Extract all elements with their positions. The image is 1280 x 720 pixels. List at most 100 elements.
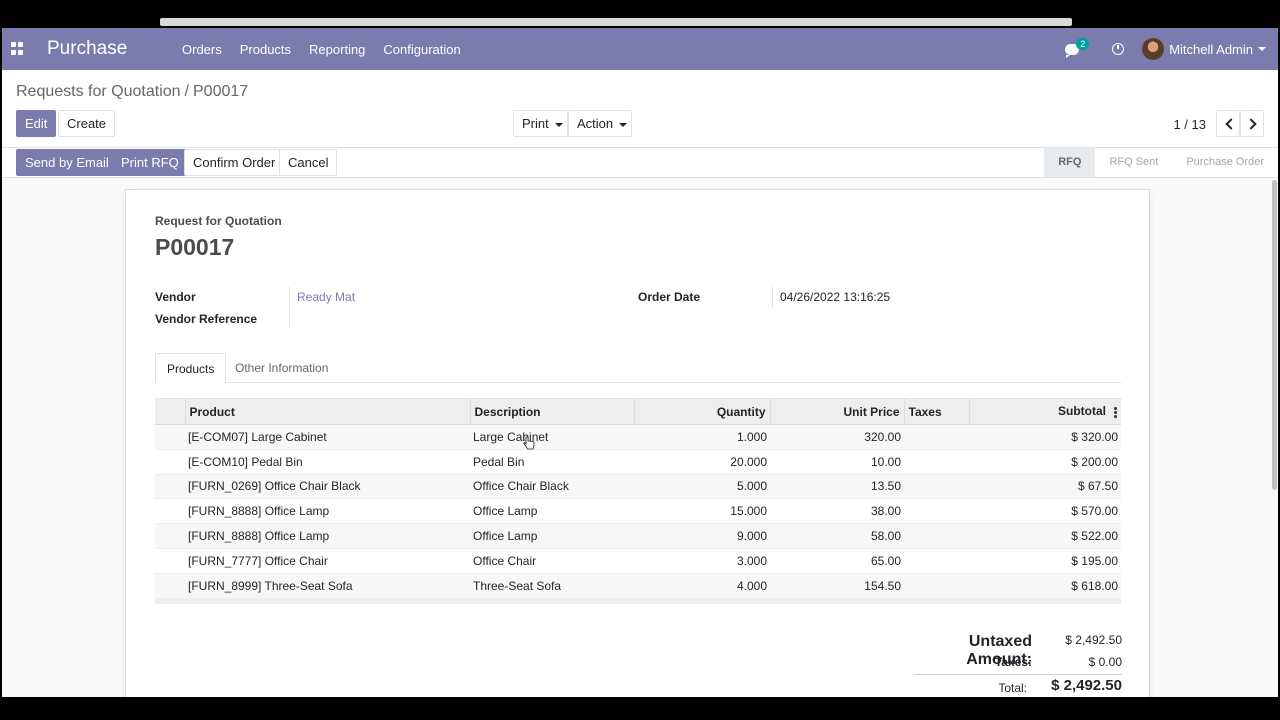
cell-description[interactable]: Large Cabinet [470, 424, 634, 450]
cell-description[interactable]: Pedal Bin [470, 448, 634, 475]
pager-value[interactable]: 1 / 13 [1173, 117, 1206, 132]
stage-purchase-order[interactable]: Purchase Order [1172, 148, 1278, 177]
menu-products[interactable]: Products [240, 42, 291, 57]
table-row[interactable]: [E-COM07] Large Cabinet Large Cabinet 1.00… [155, 424, 1121, 450]
cell-subtotal[interactable]: $ 200.00 [969, 448, 1121, 475]
print-dropdown-button[interactable]: Print [513, 110, 568, 137]
edit-button[interactable]: Edit [16, 110, 57, 137]
cell-taxes[interactable] [904, 572, 969, 599]
handle [155, 424, 185, 450]
cell-description[interactable]: Office Chair Black [470, 473, 634, 499]
cell-taxes[interactable] [904, 547, 969, 574]
messages-icon[interactable]: 2 [1065, 37, 1090, 58]
menu-reporting[interactable]: Reporting [309, 42, 365, 57]
cell-product[interactable]: [FURN_8888] Office Lamp [185, 523, 470, 549]
header-unit-price[interactable]: Unit Price [770, 398, 905, 425]
table-row[interactable]: [FURN_0269] Office Chair Black Office Cha… [155, 473, 1121, 499]
cell-unit-price[interactable]: 65.00 [770, 547, 904, 574]
status-stages: RFQ RFQ Sent Purchase Order [1044, 148, 1278, 177]
header-description[interactable]: Description [470, 398, 635, 425]
cell-unit-price[interactable]: 58.00 [770, 523, 904, 549]
cell-taxes[interactable] [904, 424, 969, 450]
order-date-separator [772, 287, 773, 307]
cell-description[interactable]: Office Lamp [470, 523, 634, 549]
stage-rfq-sent[interactable]: RFQ Sent [1095, 148, 1172, 177]
cell-unit-price[interactable]: 13.50 [770, 473, 904, 499]
send-by-email-button[interactable]: Send by Email [16, 149, 118, 176]
print-label: Print [522, 116, 549, 131]
table-row[interactable]: [FURN_7777] Office Chair Office Chair 3.00… [155, 547, 1121, 574]
header-product[interactable]: Product [185, 398, 471, 425]
taxes-label: Taxes: [994, 655, 1032, 669]
cell-unit-price[interactable]: 154.50 [770, 572, 904, 599]
table-row[interactable]: [FURN_8888] Office Lamp Office Lamp 15.000… [155, 498, 1121, 524]
cell-subtotal[interactable]: $ 195.00 [969, 547, 1121, 574]
action-chevron-down-icon [619, 122, 628, 127]
table-row[interactable]: [E-COM10] Pedal Bin Pedal Bin 20.000 10.00 $… [155, 448, 1121, 475]
cell-subtotal[interactable]: $ 67.50 [969, 473, 1121, 499]
cell-product[interactable]: [FURN_8999] Three-Seat Sofa [185, 572, 470, 599]
menu-configuration[interactable]: Configuration [383, 42, 460, 57]
cell-product[interactable]: [FURN_7777] Office Chair [185, 547, 470, 574]
vendor-value-link[interactable]: Ready Mat [297, 290, 355, 304]
optional-columns-kebab-icon[interactable] [1114, 406, 1117, 419]
cell-product[interactable]: [FURN_0269] Office Chair Black [185, 473, 470, 499]
breadcrumb-parent[interactable]: Requests for Quotation [16, 83, 181, 100]
action-dropdown-button[interactable]: Action [568, 110, 632, 137]
cell-subtotal[interactable]: $ 320.00 [969, 424, 1121, 450]
menu-orders[interactable]: Orders [182, 42, 222, 57]
header-quantity[interactable]: Quantity [634, 398, 771, 425]
total-value: $ 2,492.50 [1051, 677, 1122, 694]
cell-taxes[interactable] [904, 498, 969, 524]
cell-quantity[interactable]: 9.000 [634, 523, 770, 549]
user-avatar[interactable] [1142, 38, 1165, 60]
table-header-row: Product Description Quantity Unit Price … [155, 398, 1121, 425]
cell-description[interactable]: Three-Seat Sofa [470, 572, 634, 599]
cell-taxes[interactable] [904, 473, 969, 499]
content-scrollbar[interactable] [1272, 180, 1277, 490]
cell-subtotal[interactable]: $ 618.00 [969, 572, 1121, 599]
cell-unit-price[interactable]: 10.00 [770, 448, 904, 475]
cell-quantity[interactable]: 20.000 [634, 448, 770, 475]
user-menu-chevron-down-icon[interactable] [1258, 47, 1266, 51]
cell-quantity[interactable]: 3.000 [634, 547, 770, 574]
control-panel: Requests for Quotation / P00017 Edit Creat… [2, 70, 1278, 148]
cell-quantity[interactable]: 1.000 [634, 424, 770, 450]
odoo-screen: Purchase Orders Products Reporting Confi… [2, 28, 1278, 697]
cell-quantity[interactable]: 15.000 [634, 498, 770, 524]
cell-description[interactable]: Office Lamp [470, 498, 634, 524]
handle [155, 498, 185, 524]
create-button[interactable]: Create [58, 110, 116, 137]
header-taxes[interactable]: Taxes [904, 398, 970, 425]
cell-description[interactable]: Office Chair [470, 547, 634, 574]
cell-taxes[interactable] [904, 448, 969, 475]
cell-subtotal[interactable]: $ 522.00 [969, 523, 1121, 549]
cell-quantity[interactable]: 5.000 [634, 473, 770, 499]
cell-taxes[interactable] [904, 523, 969, 549]
cell-quantity[interactable]: 4.000 [634, 572, 770, 599]
user-menu-name[interactable]: Mitchell Admin [1169, 42, 1253, 57]
table-row[interactable]: [FURN_8888] Office Lamp Office Lamp 9.000 5… [155, 523, 1121, 549]
print-rfq-button[interactable]: Print RFQ [112, 149, 188, 176]
order-date-value: 04/26/2022 13:16:25 [780, 290, 891, 304]
table-row[interactable]: [FURN_8999] Three-Seat Sofa Three-Seat So… [155, 572, 1121, 599]
confirm-order-button[interactable]: Confirm Order [184, 149, 285, 176]
cell-unit-price[interactable]: 320.00 [770, 424, 904, 450]
document-number: P00017 [155, 234, 235, 260]
activities-clock-icon[interactable] [1112, 43, 1125, 55]
header-subtotal[interactable]: Subtotal [969, 398, 1121, 425]
cell-product[interactable]: [FURN_8888] Office Lamp [185, 498, 470, 524]
apps-menu-icon[interactable] [11, 42, 25, 56]
cell-subtotal[interactable]: $ 570.00 [969, 498, 1121, 524]
stage-rfq[interactable]: RFQ [1044, 148, 1096, 177]
app-name[interactable]: Purchase [47, 38, 182, 60]
pager-previous-button[interactable] [1216, 110, 1240, 137]
cell-product[interactable]: [E-COM10] Pedal Bin [185, 448, 470, 475]
tab-other-information[interactable]: Other Information [224, 353, 339, 383]
cell-unit-price[interactable]: 38.00 [770, 498, 904, 524]
pager-next-button[interactable] [1240, 110, 1264, 137]
cancel-button[interactable]: Cancel [279, 149, 338, 176]
cell-product[interactable]: [E-COM07] Large Cabinet [185, 424, 470, 450]
tab-products[interactable]: Products [155, 353, 227, 383]
handle [155, 547, 185, 574]
